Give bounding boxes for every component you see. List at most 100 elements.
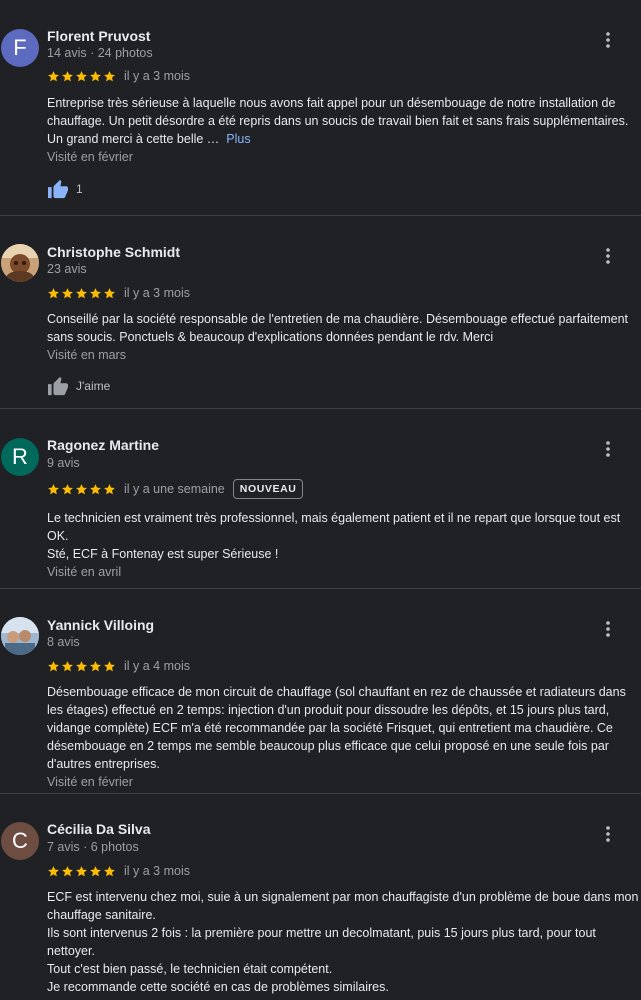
rating-row: il y a une semaine NOUVEAU (47, 479, 304, 499)
avatar-letter: C (12, 828, 28, 853)
like-count: 1 (76, 182, 83, 196)
star-icon (48, 865, 59, 876)
star-icon (48, 70, 59, 81)
star-icon (76, 660, 87, 671)
reviewer-name[interactable]: Florent Pruvost (47, 28, 150, 44)
avatar[interactable] (1, 244, 39, 282)
star-icon (48, 660, 59, 671)
star-rating (47, 70, 116, 83)
thumb-up-icon (47, 179, 69, 199)
star-icon (104, 287, 115, 298)
review-text: Entreprise très sérieuse à laquelle nous… (47, 94, 639, 148)
avatar-letter: F (13, 35, 27, 60)
star-icon (90, 865, 101, 876)
like-button[interactable]: J'aime (47, 376, 110, 396)
star-rating (47, 483, 116, 496)
review-text: ECF est intervenu chez moi, suie à un si… (47, 888, 639, 996)
visited-date: Visité en mars (47, 348, 126, 362)
review-date: il y a 3 mois (124, 286, 190, 300)
avatar[interactable] (1, 617, 39, 655)
visited-date: Visité en février (47, 150, 133, 164)
star-icon (62, 865, 73, 876)
review-text-line: Tout c'est bien passé, le technicien éta… (47, 962, 333, 976)
review-text-line: Conseillé par la société responsable de … (47, 312, 628, 344)
star-icon (62, 70, 73, 81)
like-label: J'aime (76, 379, 111, 393)
star-icon (76, 287, 87, 298)
divider (0, 793, 641, 794)
star-icon (48, 483, 59, 494)
review-text: Conseillé par la société responsable de … (47, 310, 639, 346)
star-icon (104, 70, 115, 81)
star-rating (47, 660, 116, 673)
star-icon (90, 483, 101, 494)
reviewer-meta: 14 avis · 24 photos (47, 46, 153, 60)
star-icon (104, 865, 115, 876)
review-text-line: Ils sont intervenus 2 fois : la première… (47, 926, 596, 958)
new-badge: NOUVEAU (232, 479, 304, 499)
reviewer-name[interactable]: Ragonez Martine (47, 437, 159, 453)
avatar-photo (1, 244, 39, 282)
reviewer-meta: 7 avis · 6 photos (47, 840, 139, 854)
star-icon (62, 660, 73, 671)
reviewer-name[interactable]: Christophe Schmidt (47, 244, 180, 260)
star-rating (47, 865, 116, 878)
divider (0, 408, 641, 409)
rating-row: il y a 3 mois (47, 68, 190, 84)
star-icon (76, 483, 87, 494)
avatar-letter: R (12, 444, 28, 469)
avatar[interactable]: R (1, 438, 39, 476)
avatar[interactable]: C (1, 822, 39, 860)
star-icon (76, 70, 87, 81)
review-text-line: Je recommande cette société en cas de pr… (47, 980, 389, 994)
review-date: il y a 4 mois (124, 659, 190, 673)
more-options-button[interactable] (596, 30, 620, 54)
more-options-button[interactable] (596, 439, 620, 463)
star-icon (104, 660, 115, 671)
review-date: il y a une semaine (124, 482, 225, 496)
star-icon (104, 483, 115, 494)
visited-date: Visité en avril (47, 565, 122, 579)
star-icon (76, 865, 87, 876)
divider (0, 215, 641, 216)
star-rating (47, 287, 116, 300)
reviewer-name[interactable]: Yannick Villoing (47, 617, 154, 633)
review-text: Le technicien est vraiment très professi… (47, 509, 639, 563)
reviewer-meta: 23 avis (47, 262, 87, 276)
review-date: il y a 3 mois (124, 864, 190, 878)
review-date: il y a 3 mois (124, 69, 190, 83)
review-text-line: Le technicien est vraiment très professi… (47, 511, 621, 543)
more-vert-icon (606, 247, 610, 269)
review-text-line: ECF est intervenu chez moi, suie à un si… (47, 890, 639, 922)
star-icon (90, 70, 101, 81)
review-text-line: Entreprise très sérieuse à laquelle nous… (47, 96, 629, 146)
reviewer-meta: 8 avis (47, 635, 80, 649)
more-vert-icon (606, 440, 610, 462)
rating-row: il y a 3 mois (47, 863, 190, 879)
more-vert-icon (606, 825, 610, 847)
more-options-button[interactable] (596, 619, 620, 643)
visited-date: Visité en février (47, 775, 133, 789)
star-icon (90, 660, 101, 671)
reviewer-name[interactable]: Cécilia Da Silva (47, 821, 151, 837)
more-options-button[interactable] (596, 246, 620, 270)
more-vert-icon (606, 620, 610, 642)
more-options-button[interactable] (596, 824, 620, 848)
star-icon (48, 287, 59, 298)
star-icon (90, 287, 101, 298)
more-link[interactable]: Plus (226, 132, 250, 146)
review-text: Désembouage efficace de mon circuit de c… (47, 683, 639, 773)
avatar-photo (1, 617, 39, 655)
star-icon (62, 483, 73, 494)
star-icon (62, 287, 73, 298)
reviewer-meta: 9 avis (47, 456, 80, 470)
more-vert-icon (606, 31, 610, 53)
divider (0, 588, 641, 589)
like-button[interactable]: 1 (47, 179, 83, 199)
review-text-line: Sté, ECF à Fontenay est super Sérieuse ! (47, 547, 279, 561)
rating-row: il y a 4 mois (47, 658, 190, 674)
thumb-up-icon (47, 376, 69, 396)
review-text-line: Désembouage efficace de mon circuit de c… (47, 685, 626, 771)
rating-row: il y a 3 mois (47, 285, 190, 301)
avatar[interactable]: F (1, 29, 39, 67)
